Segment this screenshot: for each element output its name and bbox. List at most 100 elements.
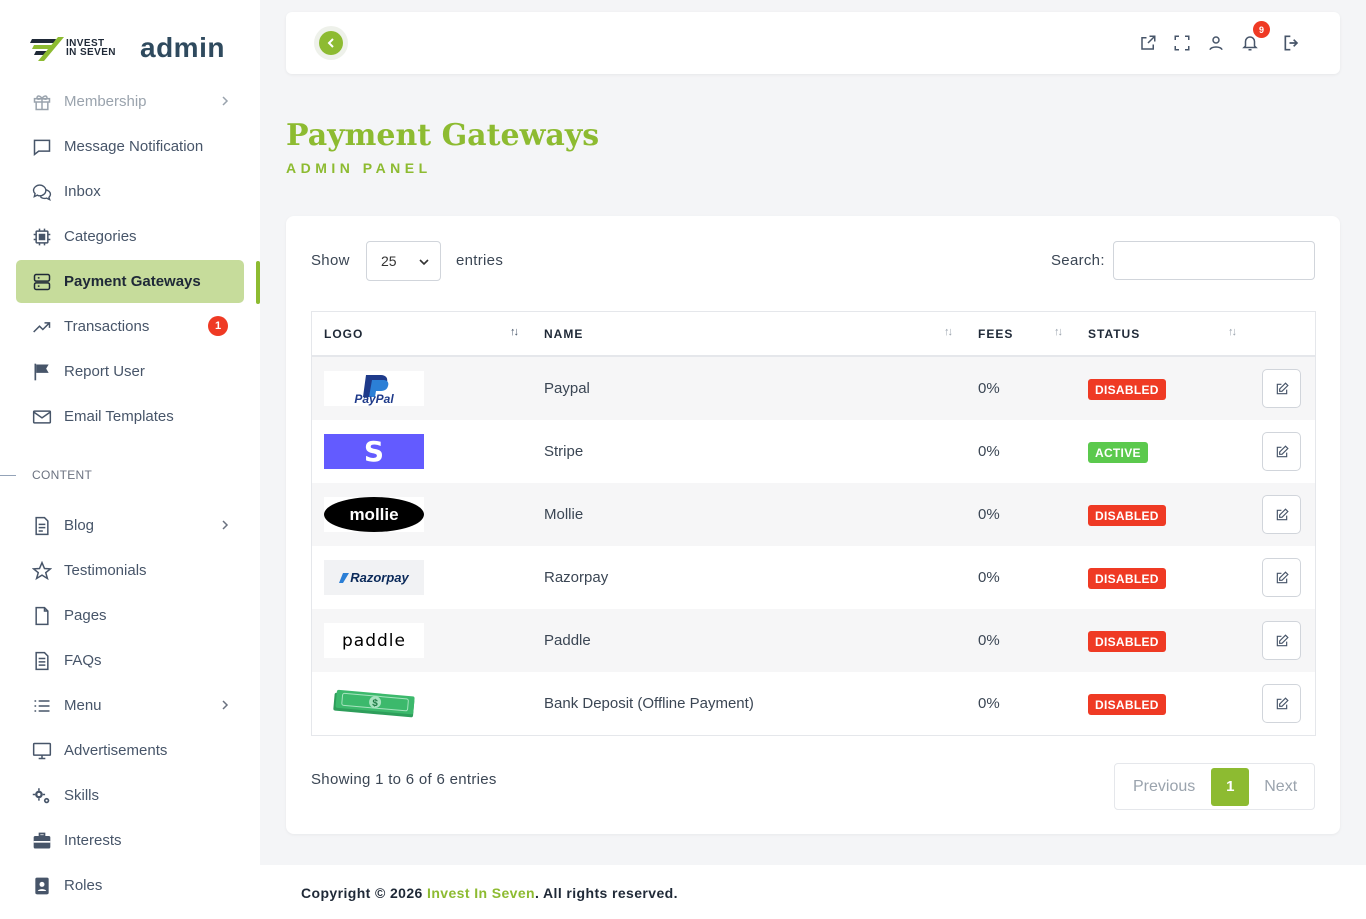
previous-page-button[interactable]: Previous: [1133, 778, 1195, 796]
edit-button[interactable]: [1262, 432, 1301, 471]
sidebar-item-label: Menu: [64, 697, 102, 714]
sidebar: INVEST IN SEVEN admin Membership Message…: [0, 0, 260, 919]
sort-icon[interactable]: ↑↓: [1228, 326, 1237, 338]
sidebar-item-interests[interactable]: Interests: [16, 819, 244, 862]
stripe-logo: S: [324, 434, 424, 469]
chevron-right-icon: [220, 698, 230, 715]
sidebar-item-email-templates[interactable]: Email Templates: [16, 395, 244, 438]
sidebar-item-label: Membership: [64, 93, 147, 110]
column-header-label: NAME: [544, 326, 584, 341]
section-divider: [0, 475, 16, 476]
column-header-status[interactable]: STATUS: [1088, 312, 1140, 355]
search-label: Search:: [1051, 252, 1105, 269]
edit-icon: [1276, 381, 1289, 394]
sidebar-item-pages[interactable]: Pages: [16, 594, 244, 637]
gateway-fees: 0%: [978, 380, 1000, 397]
sidebar-item-categories[interactable]: Categories: [16, 215, 244, 258]
status-badge: ACTIVE: [1088, 442, 1148, 463]
sidebar-item-menu[interactable]: Menu: [16, 684, 244, 727]
brand-admin-label: admin: [140, 32, 225, 63]
page-subtitle: ADMIN PANEL: [286, 160, 432, 176]
sidebar-item-label: Interests: [64, 832, 122, 849]
sidebar-item-blog[interactable]: Blog: [16, 504, 244, 547]
paypal-logo: PayPal: [324, 371, 424, 406]
chevron-right-icon: [220, 518, 230, 535]
sort-asc-desc-icon[interactable]: ↑↓: [510, 326, 519, 338]
edit-button[interactable]: [1262, 621, 1301, 660]
trending-up-icon: [32, 317, 52, 337]
column-header-fees[interactable]: FEES: [978, 312, 1013, 355]
search-input[interactable]: [1113, 241, 1315, 280]
footer-brand-link[interactable]: Invest In Seven: [427, 885, 535, 901]
razorpay-logo: Razorpay: [324, 560, 424, 595]
sidebar-item-advertisements[interactable]: Advertisements: [16, 729, 244, 772]
page-1-button[interactable]: 1: [1211, 767, 1250, 806]
table-row: Razorpay Razorpay 0% DISABLED: [312, 546, 1315, 609]
external-link-icon[interactable]: [1136, 31, 1160, 55]
sidebar-item-label: Skills: [64, 787, 100, 804]
gateway-name: Paypal: [544, 380, 590, 397]
sidebar-item-report-user[interactable]: Report User: [16, 350, 244, 393]
chevron-left-icon: [319, 31, 343, 55]
copyright-text: Copyright © 2026 Invest In Seven. All ri…: [301, 885, 678, 901]
sidebar-item-message-notification[interactable]: Message Notification: [16, 125, 244, 168]
edit-button[interactable]: [1262, 558, 1301, 597]
transactions-count-badge: 1: [208, 316, 228, 336]
user-icon[interactable]: [1204, 31, 1228, 55]
mollie-logo: mollie: [324, 497, 424, 532]
column-header-label: STATUS: [1088, 326, 1141, 341]
edit-button[interactable]: [1262, 495, 1301, 534]
table-row: $ Bank Deposit (Offline Payment) 0% DISA…: [312, 672, 1315, 735]
page-size-select[interactable]: 25: [366, 241, 441, 281]
column-header-logo[interactable]: LOGO: [324, 312, 363, 355]
edit-button[interactable]: [1262, 369, 1301, 408]
gateway-fees: 0%: [978, 443, 1000, 460]
sidebar-item-faqs[interactable]: FAQs: [16, 639, 244, 682]
gateways-card: Show 25 entries Search: LOGO ↑↓ NAME ↑↓ …: [286, 216, 1340, 834]
sidebar-content-nav: Blog Testimonials Pages FAQs Menu Advert…: [16, 504, 244, 909]
bank-deposit-logo: $: [324, 686, 424, 721]
file-text-icon: [32, 516, 52, 536]
sidebar-item-testimonials[interactable]: Testimonials: [16, 549, 244, 592]
chevron-right-icon: [220, 94, 230, 111]
next-page-button[interactable]: Next: [1264, 778, 1297, 796]
section-label-content: CONTENT: [32, 468, 93, 482]
sidebar-item-label: Message Notification: [64, 138, 204, 155]
back-button[interactable]: [314, 26, 348, 60]
bell-icon[interactable]: 9: [1238, 21, 1270, 55]
column-header-name[interactable]: NAME: [544, 312, 583, 355]
edit-button[interactable]: [1262, 684, 1301, 723]
edit-icon: [1276, 633, 1289, 646]
sidebar-item-transactions[interactable]: Transactions 1: [16, 305, 244, 348]
edit-icon: [1276, 696, 1289, 709]
sort-icon[interactable]: ↑↓: [1054, 326, 1063, 338]
sidebar-item-label: Categories: [64, 228, 137, 245]
sort-icon[interactable]: ↑↓: [944, 326, 953, 338]
gateways-table: LOGO ↑↓ NAME ↑↓ FEES ↑↓ STATUS ↑↓ PayPal…: [311, 311, 1316, 736]
fullscreen-icon[interactable]: [1170, 31, 1194, 55]
server-icon: [32, 272, 52, 292]
gateway-name: Bank Deposit (Offline Payment): [544, 695, 754, 712]
sidebar-item-label: Blog: [64, 517, 95, 534]
sidebar-item-label: Email Templates: [64, 408, 174, 425]
page-title: Payment Gateways: [286, 118, 600, 153]
sidebar-item-roles[interactable]: Roles: [16, 864, 244, 907]
sidebar-item-skills[interactable]: Skills: [16, 774, 244, 817]
sidebar-nav: Membership Message Notification Inbox Ca…: [16, 80, 244, 440]
gift-icon: [32, 92, 52, 112]
cpu-chip-icon: [32, 227, 52, 247]
razorpay-logo-text: Razorpay: [350, 570, 409, 585]
sidebar-item-membership[interactable]: Membership: [16, 80, 244, 123]
mail-icon: [32, 407, 52, 427]
sidebar-item-inbox[interactable]: Inbox: [16, 170, 244, 213]
sidebar-item-payment-gateways[interactable]: Payment Gateways: [16, 260, 244, 303]
gateway-fees: 0%: [978, 569, 1000, 586]
gateway-name: Paddle: [544, 632, 591, 649]
gateway-name: Razorpay: [544, 569, 609, 586]
paypal-logo-text: PayPal: [354, 392, 394, 406]
sidebar-item-label: FAQs: [64, 652, 102, 669]
brand-logo[interactable]: INVEST IN SEVEN admin: [30, 28, 225, 68]
column-header-label: LOGO: [324, 326, 364, 341]
logout-icon[interactable]: [1280, 31, 1304, 55]
top-actions: 9: [1126, 21, 1304, 55]
